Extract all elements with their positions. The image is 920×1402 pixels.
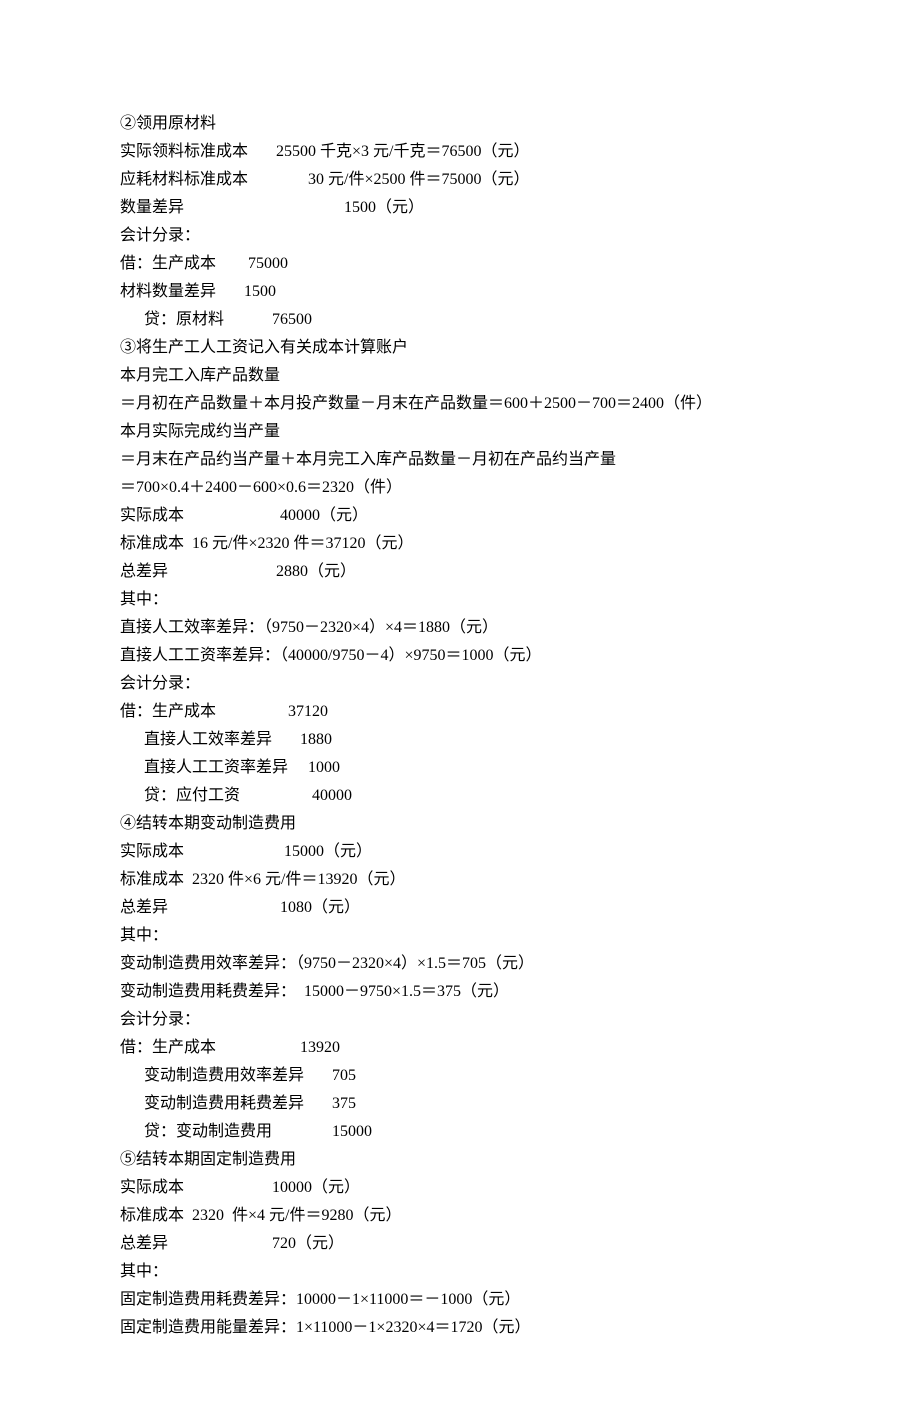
text-line: 实际成本 40000（元） [120,502,800,530]
text-line: 实际领料标准成本 25500 千克×3 元/千克＝76500（元） [120,138,800,166]
text-line: 直接人工效率差异 1880 [120,726,800,754]
text-line: 实际成本 10000（元） [120,1174,800,1202]
text-line: 本月完工入库产品数量 [120,362,800,390]
text-line: 会计分录： [120,1006,800,1034]
text-line: ＝月初在产品数量＋本月投产数量－月末在产品数量＝600＋2500－700＝240… [120,390,800,418]
text-line: 变动制造费用耗费差异： 15000－9750×1.5＝375（元） [120,978,800,1006]
text-line: 借：生产成本 75000 [120,250,800,278]
text-line: 贷：变动制造费用 15000 [120,1118,800,1146]
text-line: 会计分录： [120,670,800,698]
text-line: 本月实际完成约当产量 [120,418,800,446]
text-line: 应耗材料标准成本 30 元/件×2500 件＝75000（元） [120,166,800,194]
text-line: 变动制造费用效率差异：（9750－2320×4）×1.5＝705（元） [120,950,800,978]
text-line: 其中： [120,586,800,614]
text-line: 变动制造费用效率差异 705 [120,1062,800,1090]
text-line: 总差异 720（元） [120,1230,800,1258]
text-line: 借：生产成本 37120 [120,698,800,726]
text-line: 变动制造费用耗费差异 375 [120,1090,800,1118]
text-line: ③将生产工人工资记入有关成本计算账户 [120,334,800,362]
text-line: 固定制造费用能量差异：1×11000－1×2320×4＝1720（元） [120,1314,800,1342]
text-line: 材料数量差异 1500 [120,278,800,306]
text-line: 实际成本 15000（元） [120,838,800,866]
text-line: 固定制造费用耗费差异：10000－1×11000＝－1000（元） [120,1286,800,1314]
text-line: ＝700×0.4＋2400－600×0.6＝2320（件） [120,474,800,502]
text-line: 总差异 1080（元） [120,894,800,922]
text-line: 其中： [120,922,800,950]
text-line: 贷：原材料 76500 [120,306,800,334]
text-line: 会计分录： [120,222,800,250]
text-line: 标准成本 16 元/件×2320 件＝37120（元） [120,530,800,558]
text-line: ④结转本期变动制造费用 [120,810,800,838]
text-line: 标准成本 2320 件×6 元/件＝13920（元） [120,866,800,894]
text-line: 其中： [120,1258,800,1286]
document-page: ②领用原材料实际领料标准成本 25500 千克×3 元/千克＝76500（元）应… [0,0,920,1402]
text-line: ⑤结转本期固定制造费用 [120,1146,800,1174]
text-line: 直接人工效率差异：（9750－2320×4）×4＝1880（元） [120,614,800,642]
text-line: ②领用原材料 [120,110,800,138]
text-line: 直接人工工资率差异：（40000/9750－4）×9750＝1000（元） [120,642,800,670]
text-line: 贷：应付工资 40000 [120,782,800,810]
text-line: 直接人工工资率差异 1000 [120,754,800,782]
text-line: 数量差异 1500（元） [120,194,800,222]
text-line: ＝月末在产品约当产量＋本月完工入库产品数量－月初在产品约当产量 [120,446,800,474]
text-line: 借：生产成本 13920 [120,1034,800,1062]
text-line: 标准成本 2320 件×4 元/件＝9280（元） [120,1202,800,1230]
text-line: 总差异 2880（元） [120,558,800,586]
